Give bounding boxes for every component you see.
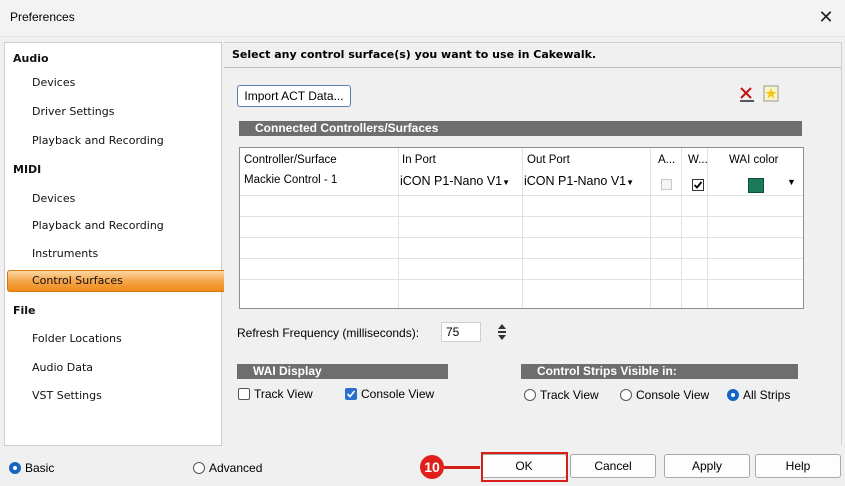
sidebar-item-folder-locations[interactable]: Folder Locations bbox=[5, 328, 248, 350]
table-row bbox=[240, 258, 803, 259]
table-row bbox=[240, 279, 803, 280]
in-port-select[interactable]: iCON P1-Nano V1▼ bbox=[400, 174, 510, 188]
table-column bbox=[398, 148, 523, 308]
control-strips-title: Control Strips Visible in: bbox=[537, 364, 677, 378]
table-column bbox=[650, 148, 682, 308]
controllers-table: Controller/Surface In Port Out Port A...… bbox=[239, 147, 804, 309]
out-port-value: iCON P1-Nano V1 bbox=[524, 174, 627, 188]
header-out-port[interactable]: Out Port bbox=[527, 154, 570, 166]
row-w-checkbox[interactable] bbox=[692, 179, 704, 191]
sidebar-item-control-surfaces[interactable]: Control Surfaces bbox=[7, 270, 245, 292]
table-row bbox=[240, 216, 803, 217]
row-controller-name[interactable]: Mackie Control - 1 bbox=[244, 174, 337, 186]
control-surfaces-panel: Select any control surface(s) you want t… bbox=[224, 42, 842, 445]
chevron-down-icon: ▼ bbox=[626, 178, 635, 187]
sidebar-item-audio-playback-recording[interactable]: Playback and Recording bbox=[5, 130, 248, 152]
import-act-data-button[interactable]: Import ACT Data... bbox=[237, 85, 351, 107]
dialog-footer: Basic Advanced 10 OK Cancel Apply Help bbox=[0, 446, 845, 486]
sidebar-category-file: File bbox=[13, 304, 36, 317]
advanced-mode-radio[interactable] bbox=[193, 462, 205, 474]
refresh-frequency-input[interactable]: 75 bbox=[441, 322, 481, 342]
window-title: Preferences bbox=[10, 10, 75, 24]
strips-track-view-label[interactable]: Track View bbox=[540, 388, 599, 402]
sidebar-item-instruments[interactable]: Instruments bbox=[5, 243, 248, 265]
out-port-select[interactable]: iCON P1-Nano V1▼ bbox=[524, 174, 634, 188]
step-number-badge: 10 bbox=[420, 455, 444, 479]
table-column bbox=[522, 148, 651, 308]
header-a[interactable]: A... bbox=[658, 154, 675, 166]
table-column bbox=[240, 148, 399, 308]
refresh-spinner-icon[interactable] bbox=[497, 323, 507, 341]
basic-mode-radio[interactable] bbox=[9, 462, 21, 474]
connected-controllers-banner: Connected Controllers/Surfaces bbox=[239, 121, 802, 136]
close-icon[interactable]: ✕ bbox=[813, 6, 839, 30]
wai-display-banner: WAI Display bbox=[237, 364, 448, 379]
delete-controller-icon[interactable] bbox=[738, 85, 756, 103]
header-controller-surface[interactable]: Controller/Surface bbox=[244, 154, 337, 166]
sidebar-item-audio-devices[interactable]: Devices bbox=[5, 72, 248, 94]
wai-console-view-label[interactable]: Console View bbox=[361, 387, 434, 401]
sidebar-category-midi: MIDI bbox=[13, 163, 42, 176]
sidebar-item-driver-settings[interactable]: Driver Settings bbox=[5, 101, 248, 123]
strips-track-view-radio[interactable] bbox=[524, 389, 536, 401]
refresh-frequency-label: Refresh Frequency (milliseconds): bbox=[237, 326, 420, 340]
header-w[interactable]: W... bbox=[688, 154, 708, 166]
in-port-value: iCON P1-Nano V1 bbox=[400, 174, 503, 188]
wai-color-swatch[interactable] bbox=[748, 178, 764, 193]
annotation-highlight-box bbox=[481, 452, 568, 482]
sidebar-item-vst-settings[interactable]: VST Settings bbox=[5, 385, 248, 407]
annotation-pointer bbox=[444, 466, 480, 469]
connected-controllers-title: Connected Controllers/Surfaces bbox=[255, 121, 439, 135]
strips-console-view-radio[interactable] bbox=[620, 389, 632, 401]
sidebar: Audio Devices Driver Settings Playback a… bbox=[4, 42, 245, 446]
title-bar: Preferences ✕ bbox=[0, 0, 845, 37]
strips-all-strips-radio[interactable] bbox=[727, 389, 739, 401]
row-a-checkbox[interactable] bbox=[661, 179, 672, 190]
add-controller-icon[interactable] bbox=[762, 84, 780, 102]
table-row bbox=[240, 195, 803, 196]
strips-console-view-label[interactable]: Console View bbox=[636, 388, 709, 402]
panel-heading-text: Select any control surface(s) you want t… bbox=[232, 48, 597, 61]
table-row bbox=[240, 237, 803, 238]
wai-color-dropdown-icon[interactable]: ▼ bbox=[787, 177, 796, 187]
wai-track-view-checkbox[interactable] bbox=[238, 388, 250, 400]
chevron-down-icon: ▼ bbox=[502, 178, 511, 187]
header-in-port[interactable]: In Port bbox=[402, 154, 436, 166]
wai-track-view-label[interactable]: Track View bbox=[254, 387, 313, 401]
header-wai-color[interactable]: WAI color bbox=[729, 154, 778, 166]
sidebar-item-midi-devices[interactable]: Devices bbox=[5, 188, 248, 210]
strips-all-strips-label[interactable]: All Strips bbox=[743, 388, 790, 402]
sidebar-item-midi-playback-recording[interactable]: Playback and Recording bbox=[5, 215, 248, 237]
advanced-mode-label[interactable]: Advanced bbox=[209, 461, 262, 475]
sidebar-item-audio-data[interactable]: Audio Data bbox=[5, 357, 248, 379]
cancel-button[interactable]: Cancel bbox=[570, 454, 656, 478]
basic-mode-label[interactable]: Basic bbox=[25, 461, 54, 475]
help-button[interactable]: Help bbox=[755, 454, 841, 478]
apply-button[interactable]: Apply bbox=[664, 454, 750, 478]
panel-heading: Select any control surface(s) you want t… bbox=[224, 43, 841, 68]
wai-display-title: WAI Display bbox=[253, 364, 322, 378]
sidebar-category-audio: Audio bbox=[13, 52, 49, 65]
table-column bbox=[681, 148, 708, 308]
control-strips-banner: Control Strips Visible in: bbox=[521, 364, 798, 379]
wai-console-view-checkbox[interactable] bbox=[345, 388, 357, 400]
